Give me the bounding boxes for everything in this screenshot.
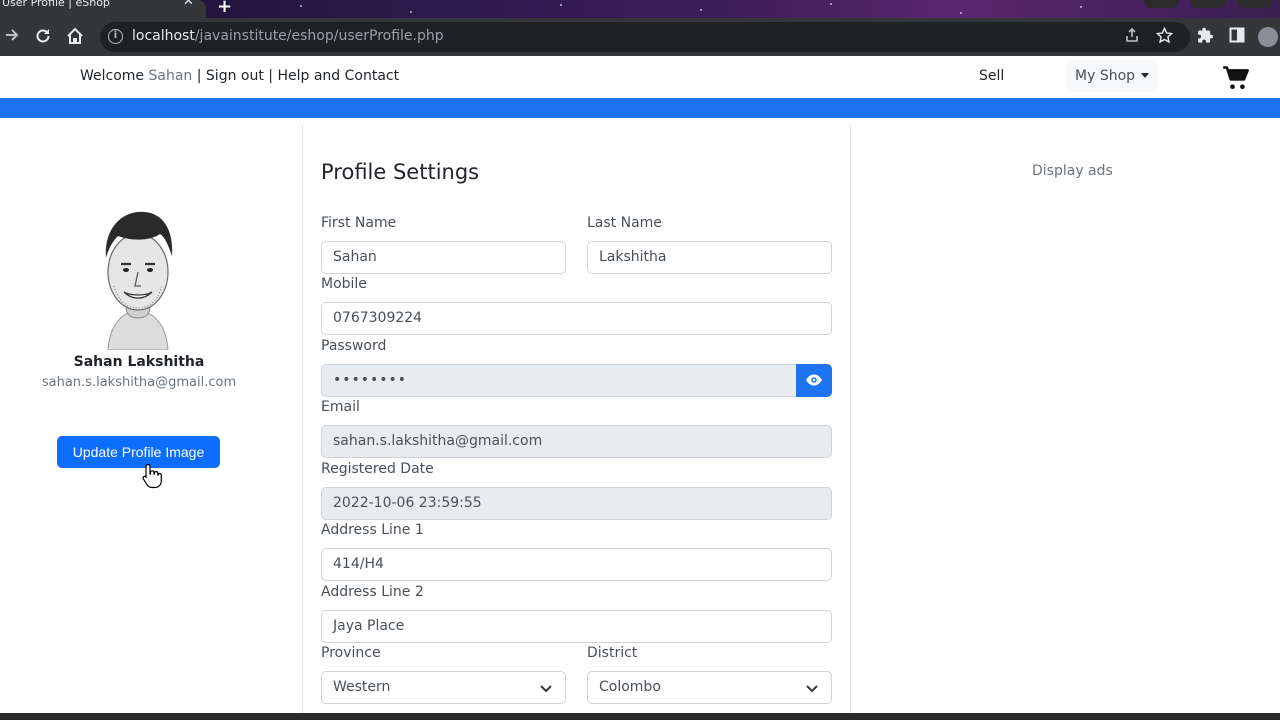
extensions-icon[interactable]: [1197, 27, 1214, 48]
page-title: Profile Settings: [321, 160, 480, 184]
window-close-button[interactable]: [1238, 0, 1272, 8]
district-selected-value: Colombo: [599, 679, 661, 695]
province-label: Province: [321, 645, 381, 661]
forward-icon[interactable]: [4, 27, 20, 48]
separator: |: [263, 68, 278, 84]
help-contact-link[interactable]: Help and Contact: [277, 68, 399, 84]
caret-down-icon: [1141, 73, 1150, 78]
home-icon[interactable]: [66, 27, 84, 50]
browser-profile-avatar[interactable]: [1258, 27, 1278, 47]
reload-icon[interactable]: [34, 27, 52, 50]
separator: |: [192, 68, 206, 84]
browser-toolbar: i localhost/javainstitute/eshop/userProf…: [0, 18, 1280, 56]
address-line-2-input[interactable]: Jaya Place: [321, 610, 832, 643]
district-select[interactable]: Colombo: [587, 671, 832, 704]
address-line-1-input[interactable]: 414/H4: [321, 548, 832, 581]
my-shop-label: My Shop: [1075, 68, 1136, 84]
browser-tabstrip: User Profile | eShop ✕ +: [0, 0, 1280, 18]
province-selected-value: Western: [333, 679, 391, 695]
tab-title: User Profile | eShop: [2, 0, 110, 9]
email-input[interactable]: sahan.s.lakshitha@gmail.com: [321, 425, 832, 458]
profile-avatar: [88, 202, 188, 351]
display-ads-placeholder: Display ads: [1032, 163, 1113, 179]
welcome-bar: Welcome Sahan | Sign out | Help and Cont…: [80, 68, 399, 84]
browser-tab[interactable]: User Profile | eShop ✕: [0, 0, 206, 18]
show-password-button[interactable]: [796, 364, 832, 397]
chevron-down-icon: [540, 685, 552, 693]
os-taskbar: [0, 713, 1280, 720]
password-input[interactable]: ••••••••: [321, 364, 797, 397]
sign-out-link[interactable]: Sign out: [206, 68, 264, 84]
first-name-input[interactable]: Sahan: [321, 241, 566, 274]
email-label: Email: [321, 399, 360, 415]
site-info-icon[interactable]: i: [108, 29, 123, 44]
mobile-input[interactable]: 0767309224: [321, 302, 832, 335]
maximize-button[interactable]: [1191, 0, 1225, 8]
first-name-label: First Name: [321, 215, 397, 231]
password-label: Password: [321, 338, 387, 354]
profile-name: Sahan Lakshitha: [73, 354, 205, 370]
bookmark-star-icon[interactable]: [1155, 26, 1174, 48]
side-panel-icon[interactable]: [1229, 27, 1245, 47]
welcome-text: Welcome: [80, 68, 149, 84]
share-icon[interactable]: [1124, 27, 1140, 47]
last-name-input[interactable]: Lakshitha: [587, 241, 832, 274]
last-name-label: Last Name: [587, 215, 662, 231]
my-shop-dropdown[interactable]: My Shop: [1066, 60, 1158, 92]
tab-close-icon[interactable]: ✕: [183, 0, 194, 8]
mobile-label: Mobile: [321, 276, 367, 292]
district-label: District: [587, 645, 638, 661]
eye-icon: [806, 374, 822, 386]
site-header: Welcome Sahan | Sign out | Help and Cont…: [0, 56, 1280, 98]
header-accent-bar: [0, 98, 1280, 118]
update-profile-image-button[interactable]: Update Profile Image: [57, 436, 220, 468]
registered-date-label: Registered Date: [321, 461, 434, 477]
chevron-down-icon: [806, 685, 818, 693]
registered-date-input[interactable]: 2022-10-06 23:59:55: [321, 487, 832, 520]
cart-icon[interactable]: [1222, 65, 1250, 95]
address-line-1-label: Address Line 1: [321, 522, 424, 538]
sell-link[interactable]: Sell: [979, 68, 1004, 84]
hand-cursor-icon: [142, 463, 162, 493]
welcome-user-name: Sahan: [148, 68, 193, 84]
profile-email: sahan.s.lakshitha@gmail.com: [41, 375, 237, 390]
column-divider: [850, 124, 851, 720]
minimize-button[interactable]: [1144, 0, 1178, 8]
address-bar[interactable]: i localhost/javainstitute/eshop/userProf…: [100, 22, 1190, 52]
url-text[interactable]: localhost/javainstitute/eshop/userProfil…: [132, 28, 444, 44]
address-line-2-label: Address Line 2: [321, 584, 424, 600]
new-tab-icon[interactable]: +: [217, 0, 232, 17]
column-divider: [302, 124, 303, 720]
province-select[interactable]: Western: [321, 671, 566, 704]
